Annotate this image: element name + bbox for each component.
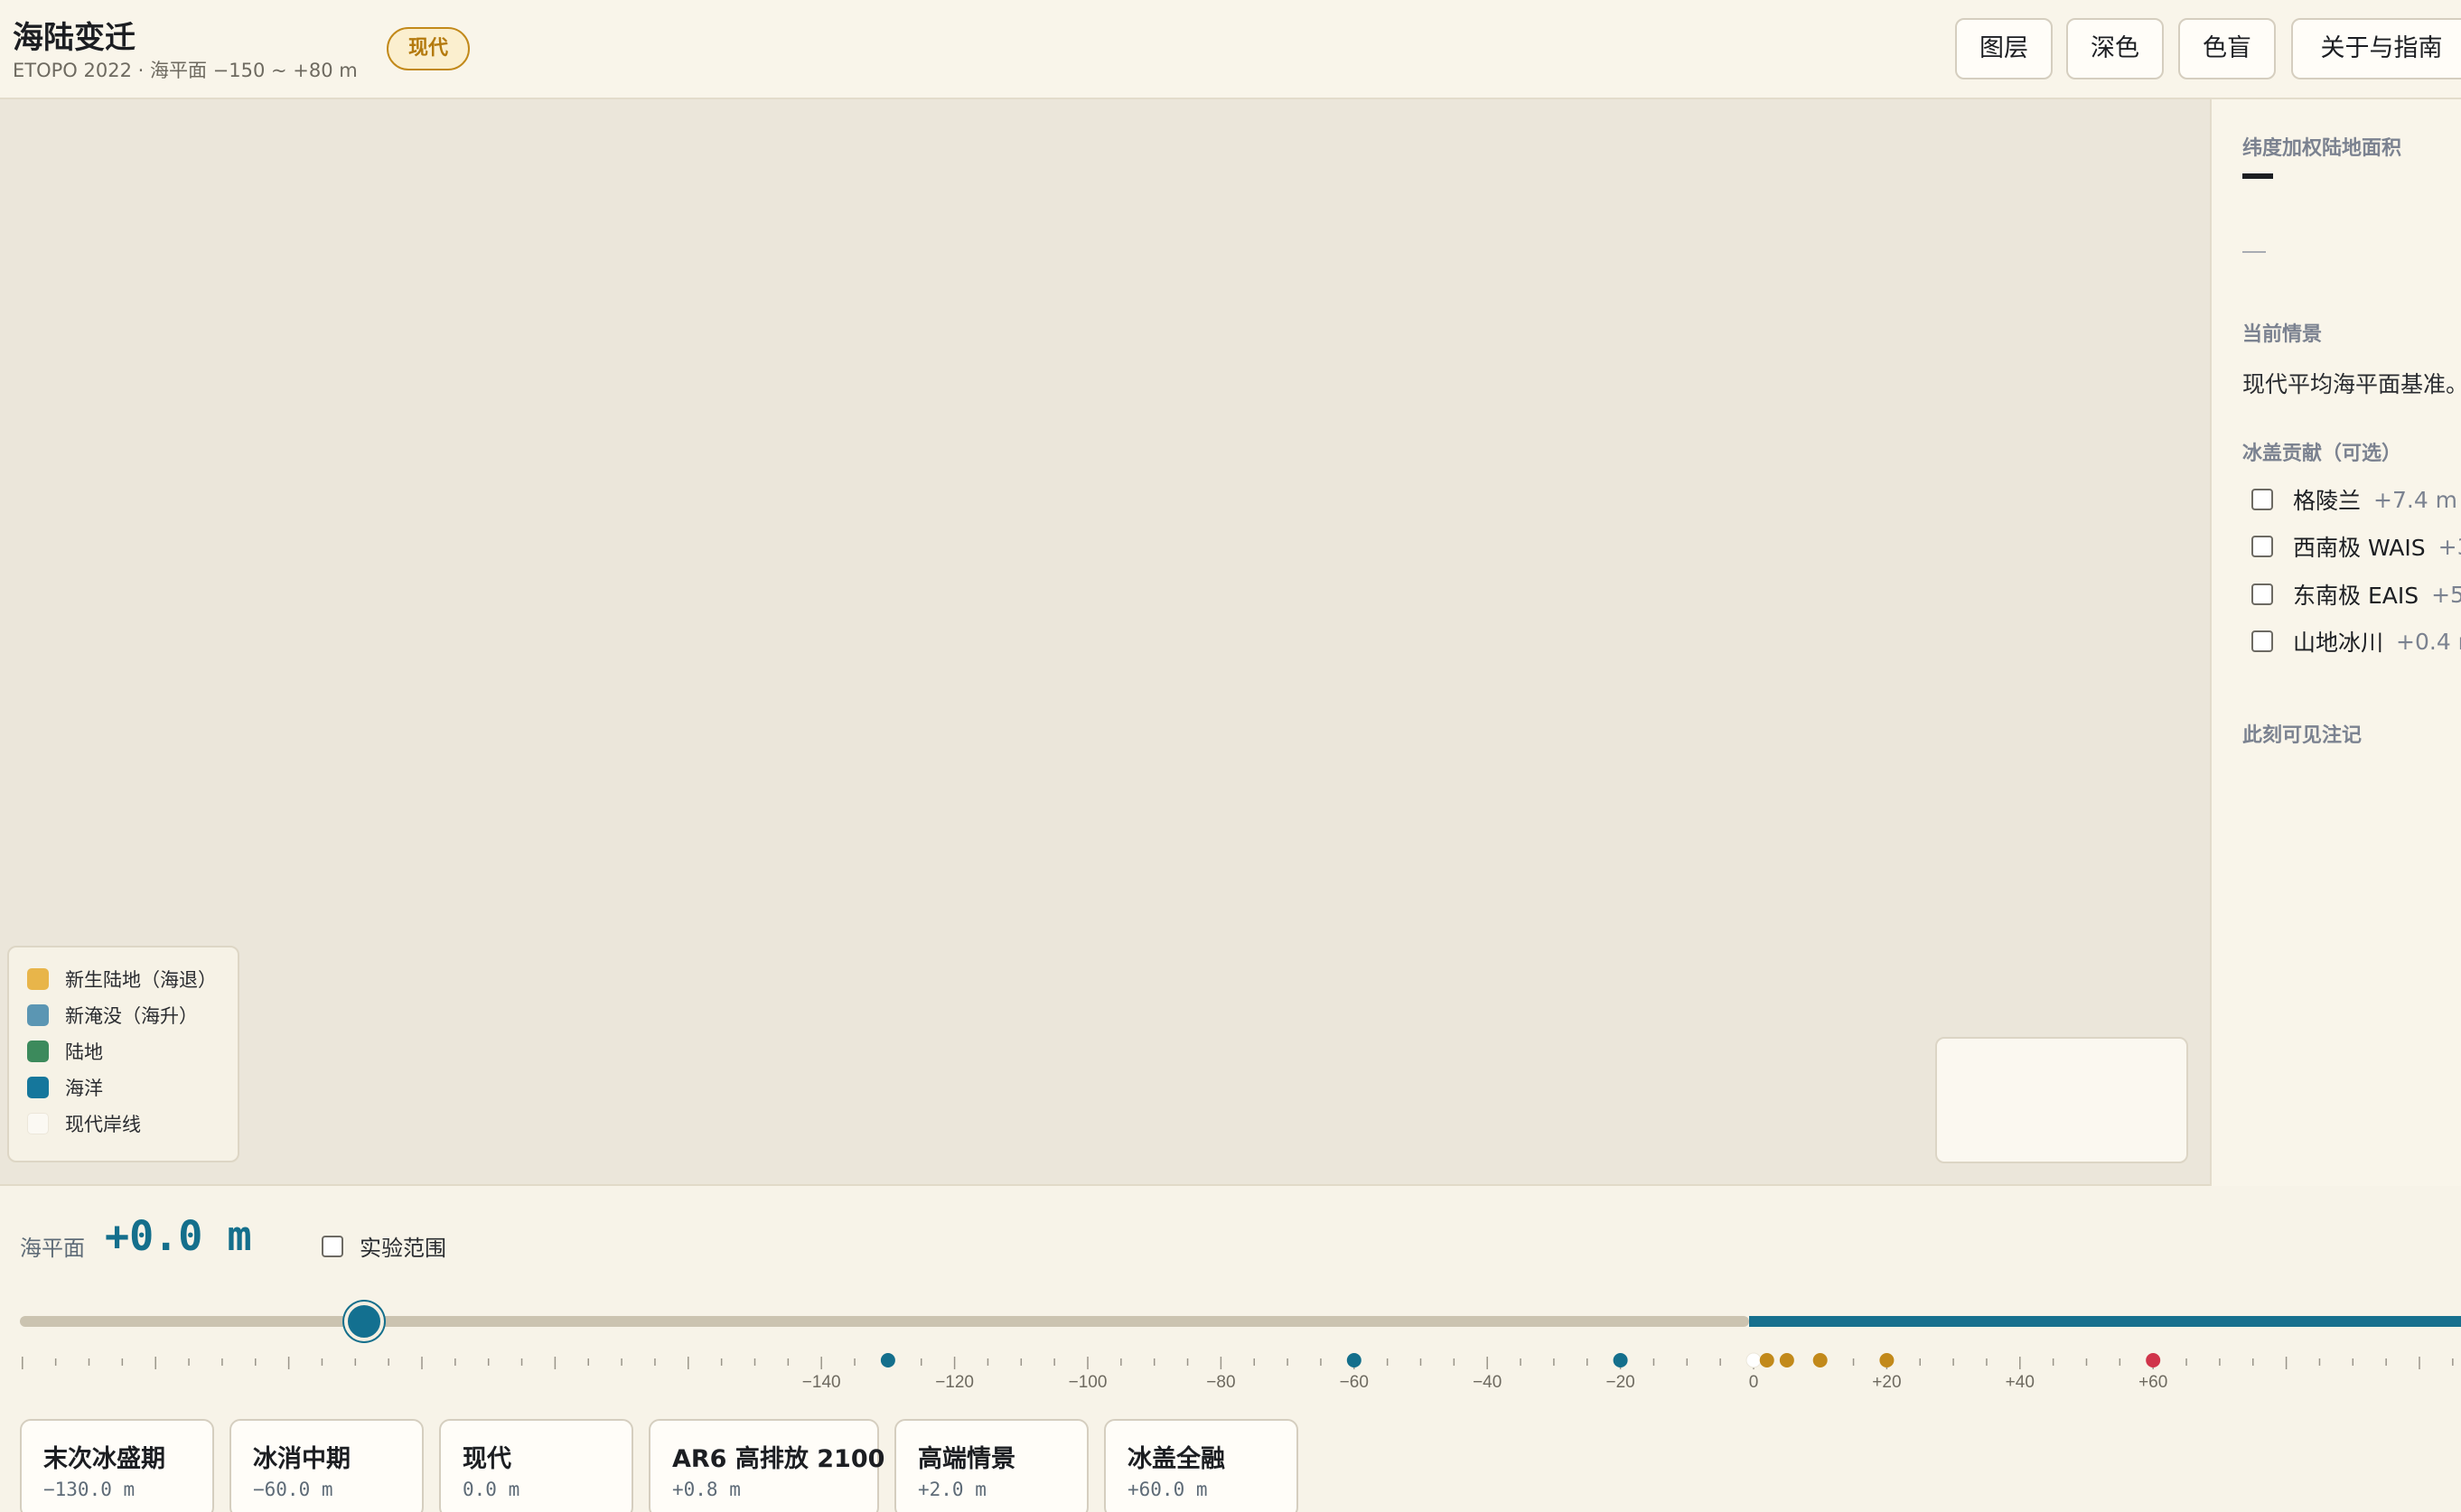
tick-label: −60 bbox=[1340, 1373, 1369, 1391]
ice-heading: 冰盖贡献（可选） bbox=[2242, 443, 2402, 465]
preset-marker-dot[interactable] bbox=[1779, 1353, 1794, 1367]
sea-level-readout: +0.0 m bbox=[105, 1212, 252, 1260]
preset-lgm-button[interactable]: 末次冰盛期 −130.0 m bbox=[20, 1419, 214, 1512]
legend-item: 现代岸线 bbox=[27, 1110, 141, 1137]
experimental-range-label: 实验范围 bbox=[360, 1236, 446, 1261]
greenland-checkbox[interactable] bbox=[2251, 489, 2273, 510]
preset-marker-dot[interactable] bbox=[1745, 1352, 1762, 1368]
land-area-heading: 纬度加权陆地面积 bbox=[2242, 137, 2402, 160]
preset-marker-dot[interactable] bbox=[2146, 1353, 2161, 1367]
legend-item: 陆地 bbox=[27, 1038, 103, 1065]
preset-value: −60.0 m bbox=[253, 1479, 333, 1500]
scenario-text: 现代平均海平面基准。 bbox=[2242, 371, 2461, 397]
eais-checkbox[interactable] bbox=[2251, 583, 2273, 605]
tick-label: −20 bbox=[1605, 1373, 1634, 1391]
preset-mid-deglaciation-button[interactable]: 冰消中期 −60.0 m bbox=[229, 1419, 424, 1512]
legend-swatch-ocean bbox=[27, 1077, 49, 1098]
sea-level-label: 海平面 bbox=[20, 1236, 85, 1261]
preset-marker-dot[interactable] bbox=[1879, 1353, 1895, 1367]
map-info-card bbox=[1935, 1037, 2188, 1163]
tick-label: +40 bbox=[2006, 1373, 2035, 1391]
preset-name: 末次冰盛期 bbox=[43, 1445, 165, 1473]
preset-name: AR6 高排放 2100 bbox=[672, 1445, 885, 1473]
preset-name: 冰盖全融 bbox=[1128, 1445, 1225, 1473]
wais-checkbox[interactable] bbox=[2251, 536, 2273, 557]
ice-item-wais[interactable]: 西南极 WAIS +3.3 m bbox=[2251, 530, 2461, 563]
app-title: 海陆变迁 bbox=[13, 20, 136, 56]
legend-item: 新生陆地（海退） bbox=[27, 966, 217, 993]
preset-high-end-button[interactable]: 高端情景 +2.0 m bbox=[894, 1419, 1089, 1512]
ice-item-mountain-glaciers[interactable]: 山地冰川 +0.4 m bbox=[2251, 625, 2461, 658]
experimental-range-toggle[interactable]: 实验范围 bbox=[322, 1230, 446, 1262]
legend-swatch-land bbox=[27, 1041, 49, 1062]
tick-label: −120 bbox=[935, 1373, 974, 1391]
era-badge: 现代 bbox=[387, 27, 471, 70]
mountain-glaciers-checkbox[interactable] bbox=[2251, 630, 2273, 652]
preset-name: 高端情景 bbox=[918, 1445, 1015, 1473]
ice-value: +3.3 m bbox=[2438, 533, 2461, 560]
ice-name: 格陵兰 bbox=[2293, 488, 2362, 514]
ice-item-greenland[interactable]: 格陵兰 +7.4 m bbox=[2251, 483, 2457, 516]
tick-label: +20 bbox=[1872, 1373, 1901, 1391]
preset-marker-dot[interactable] bbox=[880, 1353, 895, 1367]
preset-modern-button[interactable]: 现代 0.0 m bbox=[439, 1419, 633, 1512]
tick-label: −40 bbox=[1473, 1373, 1502, 1391]
preset-marker-dot[interactable] bbox=[1346, 1353, 1362, 1367]
legend-swatch-new-flooded bbox=[27, 1004, 49, 1026]
legend-label: 陆地 bbox=[65, 1041, 103, 1063]
ice-value: +7.4 m bbox=[2373, 486, 2458, 513]
slider-track-fill[interactable] bbox=[1749, 1316, 2461, 1327]
app-subtitle: ETOPO 2022 · 海平面 −150 ~ +80 m bbox=[13, 60, 358, 81]
ice-item-eais[interactable]: 东南极 EAIS +52 m bbox=[2251, 578, 2461, 611]
ice-name: 山地冰川 bbox=[2293, 630, 2384, 656]
preset-value: +60.0 m bbox=[1128, 1479, 1208, 1500]
ice-value: +52 m bbox=[2431, 581, 2461, 608]
preset-all-ice-melt-button[interactable]: 冰盖全融 +60.0 m bbox=[1104, 1419, 1298, 1512]
map-canvas[interactable] bbox=[0, 99, 2210, 1186]
preset-value: +2.0 m bbox=[918, 1479, 987, 1500]
colorblind-button[interactable]: 色盲 bbox=[2178, 18, 2276, 79]
land-area-value-placeholder bbox=[2242, 173, 2273, 179]
preset-ar6-button[interactable]: AR6 高排放 2100 +0.8 m bbox=[649, 1419, 884, 1512]
slider-scale: −140 −120 −100 −80 −60 −40 −20 0 +20 +40 +60 bbox=[22, 1352, 2454, 1391]
scenario-heading: 当前情景 bbox=[2242, 323, 2323, 346]
preset-name: 现代 bbox=[463, 1445, 511, 1473]
legend-swatch-new-land bbox=[27, 968, 49, 990]
preset-marker-dot[interactable] bbox=[1812, 1353, 1828, 1367]
legend-item: 海洋 bbox=[27, 1074, 103, 1101]
app-header: 海陆变迁 ETOPO 2022 · 海平面 −150 ~ +80 m 现代 图层… bbox=[0, 0, 2461, 99]
layers-button[interactable]: 图层 bbox=[1955, 18, 2053, 79]
preset-marker-dot[interactable] bbox=[1613, 1353, 1628, 1367]
legend-label: 新生陆地（海退） bbox=[65, 969, 217, 991]
preset-value: 0.0 m bbox=[463, 1479, 520, 1500]
ice-name: 西南极 WAIS bbox=[2293, 535, 2426, 561]
legend-label: 新淹没（海升） bbox=[65, 1005, 198, 1027]
tick-label: −80 bbox=[1206, 1373, 1235, 1391]
ice-name: 东南极 EAIS bbox=[2293, 583, 2419, 609]
legend-label: 现代岸线 bbox=[65, 1114, 141, 1135]
dark-mode-button[interactable]: 深色 bbox=[2066, 18, 2164, 79]
map-legend: 新生陆地（海退） 新淹没（海升） 陆地 海洋 现代岸线 bbox=[7, 946, 239, 1162]
experimental-range-checkbox[interactable] bbox=[322, 1235, 343, 1257]
slider-track[interactable] bbox=[20, 1316, 1749, 1327]
tick-label: −140 bbox=[802, 1373, 841, 1391]
preset-value: +0.8 m bbox=[672, 1479, 741, 1500]
about-guide-button[interactable]: 关于与指南 bbox=[2291, 18, 2461, 79]
stats-sidebar: 纬度加权陆地面积 当前情景 现代平均海平面基准。 冰盖贡献（可选） 格陵兰 +7… bbox=[2210, 99, 2461, 1186]
tick-label: +60 bbox=[2138, 1373, 2167, 1391]
preset-marker-dot[interactable] bbox=[1759, 1353, 1774, 1367]
tick-label: 0 bbox=[1749, 1373, 1759, 1391]
legend-item: 新淹没（海升） bbox=[27, 1002, 198, 1029]
preset-value: −130.0 m bbox=[43, 1479, 136, 1500]
land-area-delta-placeholder bbox=[2242, 251, 2266, 253]
slider-thumb[interactable] bbox=[344, 1302, 384, 1341]
preset-name: 冰消中期 bbox=[253, 1445, 351, 1473]
ice-value: +0.4 m bbox=[2396, 628, 2461, 655]
legend-label: 海洋 bbox=[65, 1078, 103, 1099]
visible-notes-heading: 此刻可见注记 bbox=[2242, 724, 2363, 747]
tick-label: −100 bbox=[1069, 1373, 1108, 1391]
legend-swatch-coastline bbox=[27, 1113, 49, 1134]
